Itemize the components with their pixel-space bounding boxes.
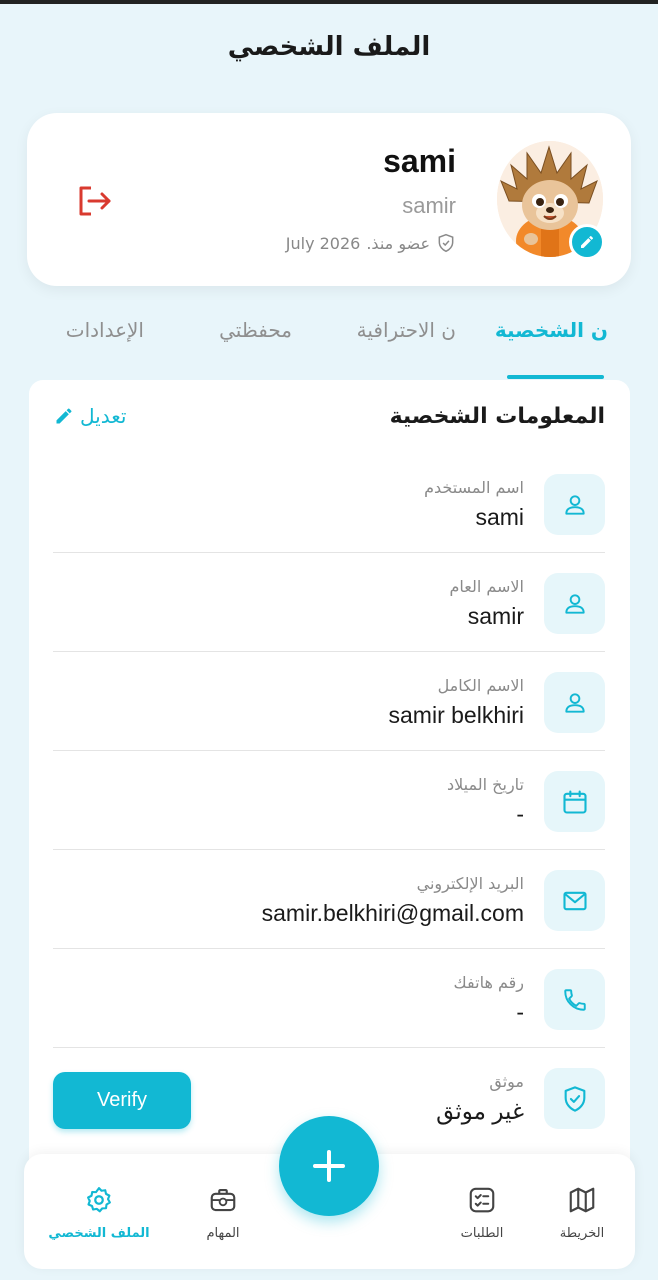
mail-icon [544,870,605,931]
info-row-full-name: الاسم الكامل samir belkhiri [53,652,605,751]
nav-item-requests[interactable]: الطلبات [427,1184,537,1241]
info-row-phone: رقم هاتفك - [53,949,605,1048]
nav-label: الملف الشخصي [48,1226,150,1241]
profile-card: sami samir July 2026 عضو منذ. [27,113,631,286]
info-value: غير موثق [436,1098,524,1124]
info-label: موثق [489,1072,524,1091]
user-icon [544,474,605,535]
edit-avatar-button[interactable] [569,224,605,260]
info-label: الاسم الكامل [437,676,524,695]
info-label: رقم هاتفك [453,973,524,992]
member-since: July 2026 عضو منذ. [286,233,456,253]
active-tab-indicator [507,375,604,379]
map-icon [569,1187,595,1213]
info-label: الاسم العام [449,577,524,596]
info-label: اسم المستخدم [424,478,524,497]
personal-info-panel: المعلومات الشخصية تعديل اسم المستخدم sam… [29,380,630,1180]
nav-item-profile[interactable]: الملف الشخصي [44,1184,154,1241]
edit-info-button[interactable]: تعديل [54,404,126,428]
calendar-icon [544,771,605,832]
info-value: - [516,801,524,827]
plus-icon [313,1150,345,1182]
user-icon [544,672,605,733]
profile-tabs: ن الشخصية ن الاحترافية محفظتي الإعدادات [0,318,658,380]
section-title: المعلومات الشخصية [389,404,605,429]
tab-personal[interactable]: ن الشخصية [495,318,608,342]
briefcase-icon [210,1188,236,1212]
verify-button[interactable]: Verify [53,1072,191,1129]
profile-name: sami [383,143,456,179]
tab-settings[interactable]: الإعدادات [66,318,144,342]
info-value: samir belkhiri [388,702,524,728]
phone-icon [544,969,605,1030]
member-since-prefix: عضو منذ. [366,233,430,253]
logout-icon [79,186,111,216]
user-icon [544,573,605,634]
logout-button[interactable] [75,181,115,221]
info-value: samir.belkhiri@gmail.com [261,900,524,926]
info-value: - [516,999,524,1025]
add-button[interactable] [279,1116,379,1216]
page-title: الملف الشخصي [227,32,431,62]
shield-check-icon [438,233,454,253]
pencil-icon [581,235,594,248]
nav-label: المهام [206,1226,240,1241]
info-value: samir [467,603,524,629]
info-label: تاريخ الميلاد [447,775,524,794]
edit-info-label: تعديل [80,404,127,428]
checklist-icon [469,1187,495,1213]
info-value: sami [475,504,524,530]
avatar-wrapper [497,141,605,260]
status-bar-edge [0,0,658,4]
pencil-icon [56,408,72,424]
member-since-date: July 2026 [285,233,361,253]
nav-label: الخريطة [559,1226,605,1241]
nav-item-map[interactable]: الخريطة [527,1184,637,1241]
info-row-email: البريد الإلكتروني samir.belkhiri@gmail.c… [53,850,605,949]
info-row-public-name: الاسم العام samir [53,553,605,652]
gear-icon [87,1187,111,1213]
nav-label: الطلبات [460,1226,504,1241]
shield-check-icon [544,1068,605,1129]
tab-professional[interactable]: ن الاحترافية [357,318,456,342]
info-label: البريد الإلكتروني [416,874,524,893]
nav-item-tasks[interactable]: المهام [168,1184,278,1241]
tab-wallet[interactable]: محفظتي [219,318,292,342]
info-row-birth-date: تاريخ الميلاد - [53,751,605,850]
profile-username: samir [402,193,456,218]
info-row-username: اسم المستخدم sami [53,454,605,553]
